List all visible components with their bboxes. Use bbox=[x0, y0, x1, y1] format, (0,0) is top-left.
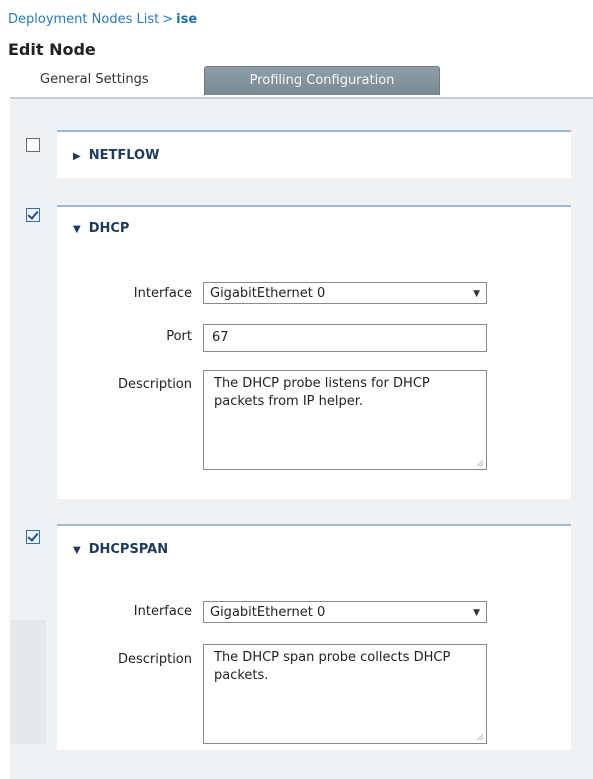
dhcp-description-text: The DHCP probe listens for DHCP packets … bbox=[214, 376, 430, 409]
dhcpspan-interface-select[interactable]: GigabitEthernet 0 ▼ bbox=[203, 601, 487, 623]
dhcpspan-interface-label: Interface bbox=[133, 604, 192, 619]
breadcrumb: Deployment Nodes List > ise bbox=[8, 12, 197, 27]
netflow-section: ▶ NETFLOW bbox=[57, 130, 571, 178]
dhcp-description-textarea[interactable]: The DHCP probe listens for DHCP packets … bbox=[203, 370, 487, 470]
breadcrumb-separator: > bbox=[162, 12, 174, 27]
dhcp-interface-label: Interface bbox=[133, 286, 192, 301]
netflow-section-header[interactable]: ▶ NETFLOW bbox=[73, 148, 159, 163]
chevron-down-icon: ▼ bbox=[473, 289, 480, 299]
netflow-section-title: NETFLOW bbox=[88, 148, 160, 163]
tab-general-settings[interactable]: General Settings bbox=[40, 66, 149, 94]
dhcp-port-label: Port bbox=[166, 329, 192, 344]
dhcpspan-interface-value: GigabitEthernet 0 bbox=[210, 605, 326, 620]
resize-grip-icon[interactable] bbox=[476, 459, 483, 466]
dhcpspan-section-header[interactable]: ▼ DHCPSPAN bbox=[73, 542, 168, 557]
chevron-down-icon: ▼ bbox=[473, 608, 480, 618]
dhcpspan-enable-checkbox[interactable] bbox=[26, 530, 40, 544]
dhcpspan-description-text: The DHCP span probe collects DHCP packet… bbox=[214, 650, 451, 683]
dhcpspan-section-title: DHCPSPAN bbox=[88, 542, 169, 557]
dhcpspan-section: ▼ DHCPSPAN Interface GigabitEthernet 0 ▼ … bbox=[57, 524, 571, 750]
panel-side-strip bbox=[10, 620, 46, 744]
dhcpspan-description-textarea[interactable]: The DHCP span probe collects DHCP packet… bbox=[203, 644, 487, 744]
dhcpspan-description-label: Description bbox=[117, 652, 192, 667]
resize-grip-icon[interactable] bbox=[476, 733, 483, 740]
dhcp-interface-value: GigabitEthernet 0 bbox=[210, 286, 326, 301]
dhcp-enable-checkbox[interactable] bbox=[26, 208, 40, 222]
page-title: Edit Node bbox=[8, 40, 96, 59]
dhcp-section: ▼ DHCP Interface GigabitEthernet 0 ▼ Port… bbox=[57, 205, 571, 499]
breadcrumb-current: ise bbox=[176, 12, 198, 27]
dhcp-section-title: DHCP bbox=[88, 221, 130, 236]
triangle-down-icon: ▼ bbox=[73, 224, 81, 235]
dhcp-section-header[interactable]: ▼ DHCP bbox=[73, 221, 129, 236]
dhcp-description-label: Description bbox=[117, 377, 192, 392]
dhcp-port-input[interactable]: 67 bbox=[203, 324, 487, 352]
dhcp-interface-select[interactable]: GigabitEthernet 0 ▼ bbox=[203, 282, 487, 304]
tab-profiling-configuration[interactable]: Profiling Configuration bbox=[204, 66, 440, 95]
triangle-right-icon: ▶ bbox=[73, 151, 81, 162]
netflow-enable-checkbox[interactable] bbox=[26, 138, 40, 152]
breadcrumb-link-deployment-nodes[interactable]: Deployment Nodes List bbox=[8, 12, 159, 27]
triangle-down-icon: ▼ bbox=[73, 545, 81, 556]
